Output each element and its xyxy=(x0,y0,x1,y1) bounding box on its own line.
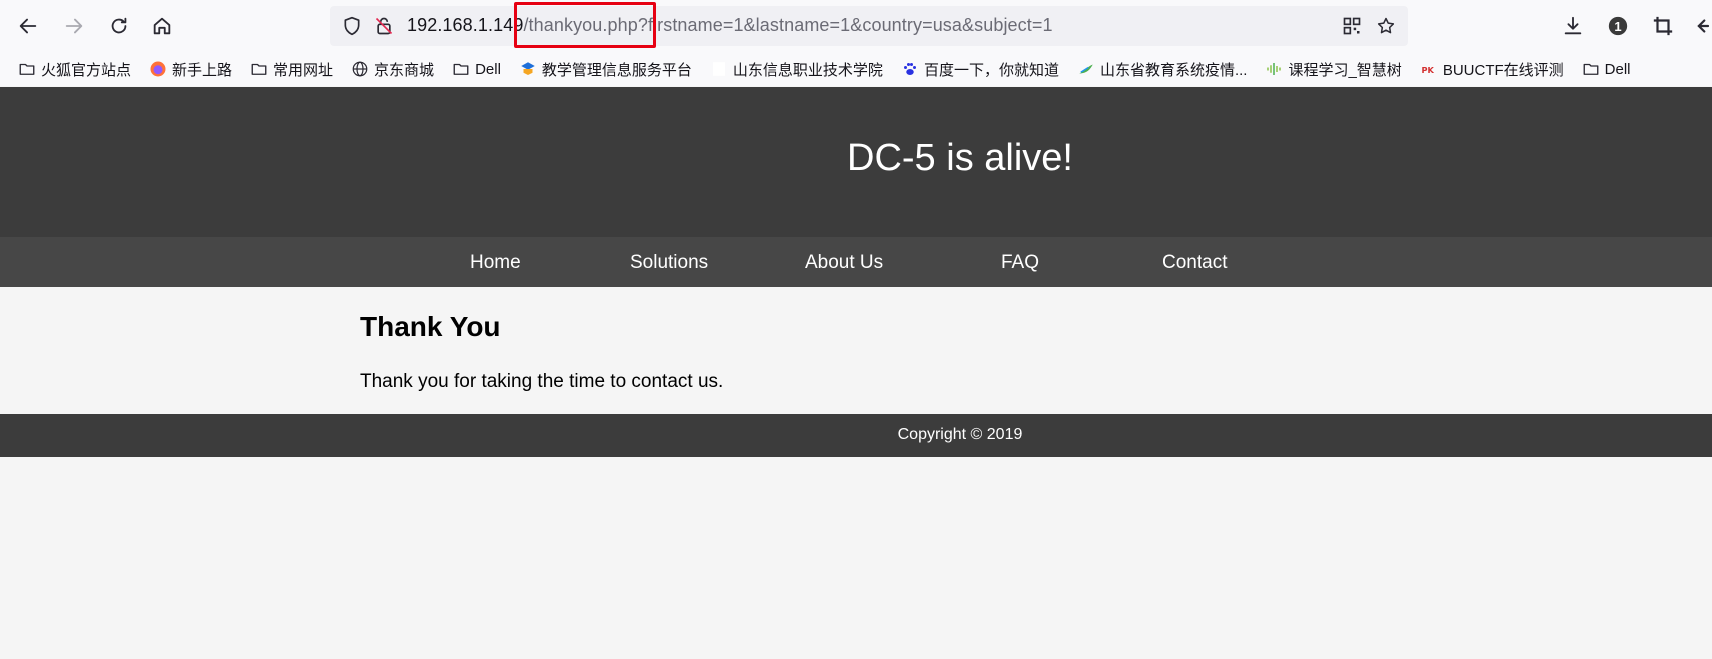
bookmark-item[interactable]: Dell xyxy=(1578,55,1635,83)
bookmark-item[interactable]: PK BUUCTF在线评测 xyxy=(1416,55,1568,83)
url-text[interactable]: 192.168.1.149/thankyou.php?firstname=1&l… xyxy=(407,15,1053,36)
download-icon xyxy=(1564,16,1582,35)
bookmark-item[interactable]: 新手上路 xyxy=(145,55,236,83)
globe-icon xyxy=(351,60,369,78)
nav-home-link[interactable]: Home xyxy=(470,252,521,274)
bookmark-label: 京东商城 xyxy=(374,61,435,79)
url-host: 192.168.1.14 xyxy=(407,15,514,35)
bookmark-label: Dell xyxy=(1604,60,1631,78)
bookmark-item[interactable]: 京东商城 xyxy=(347,55,438,83)
downloads-button[interactable] xyxy=(1557,10,1589,42)
bookmarks-bar: 火狐官方站点 新手上路 常用网址 京东商城 Dell 教学管理信息服务平台 山东… xyxy=(0,52,1712,86)
site-nav: Home Solutions About Us FAQ Contact xyxy=(0,237,1712,287)
reload-icon xyxy=(111,17,127,34)
site-icon xyxy=(519,60,537,78)
home-button[interactable] xyxy=(144,8,180,44)
extension-badge-count: 1 xyxy=(1614,18,1622,34)
svg-text:PK: PK xyxy=(1421,65,1434,75)
nav-about-link[interactable]: About Us xyxy=(805,252,883,274)
site-title: DC-5 is alive! xyxy=(847,137,1073,179)
bookmark-item[interactable]: Dell xyxy=(448,55,505,83)
bookmark-item[interactable]: 教学管理信息服务平台 xyxy=(515,55,696,83)
bookmark-label: BUUCTF在线评测 xyxy=(1442,61,1564,79)
back-button[interactable] xyxy=(10,8,46,44)
reload-button[interactable] xyxy=(101,8,137,44)
bookmark-item[interactable]: 课程学习_智慧树 xyxy=(1261,55,1405,83)
forward-button[interactable] xyxy=(56,8,92,44)
url-query: firstname=1&lastname=1&country=usa&subje… xyxy=(647,15,1053,35)
folder-icon xyxy=(452,60,470,78)
qr-code-icon[interactable] xyxy=(1342,16,1362,36)
bookmark-label: 山东信息职业技术学院 xyxy=(732,61,883,79)
bookmark-label: 新手上路 xyxy=(172,61,233,79)
site-icon: PK xyxy=(1420,60,1438,78)
back-arrow-icon xyxy=(19,18,37,34)
web-page: DC-5 is alive! Home Solutions About Us F… xyxy=(0,87,1712,659)
bookmark-label: 百度一下，你就知道 xyxy=(923,61,1059,79)
forward-arrow-icon xyxy=(65,18,83,34)
screenshot-button[interactable] xyxy=(1647,10,1679,42)
bookmark-label: 教学管理信息服务平台 xyxy=(541,61,692,79)
arrow-partial-icon xyxy=(1697,19,1710,33)
bookmark-item[interactable]: 山东省教育系统疫情... xyxy=(1073,55,1252,83)
bookmark-label: 课程学习_智慧树 xyxy=(1288,61,1402,79)
bookmark-label: 常用网址 xyxy=(273,61,334,79)
page-heading: Thank You xyxy=(360,311,501,342)
address-bar[interactable]: 192.168.1.149/thankyou.php?firstname=1&l… xyxy=(330,6,1408,46)
nav-faq-link[interactable]: FAQ xyxy=(1001,252,1039,274)
bookmark-item[interactable]: 百度一下，你就知道 xyxy=(897,55,1063,83)
folder-icon xyxy=(1582,60,1600,78)
nav-contact-link[interactable]: Contact xyxy=(1162,252,1227,274)
site-icon xyxy=(1265,60,1283,78)
site-header: DC-5 is alive! xyxy=(0,87,1712,237)
thank-you-message: Thank you for taking the time to contact… xyxy=(360,371,724,392)
folder-icon xyxy=(18,60,36,78)
insecure-lock-icon[interactable] xyxy=(374,16,394,36)
firefox-icon xyxy=(149,60,167,78)
folder-icon xyxy=(250,60,268,78)
copyright-text: Copyright © 2019 xyxy=(897,426,1023,443)
bookmark-item[interactable]: 常用网址 xyxy=(246,55,337,83)
browser-toolbar: 192.168.1.149/thankyou.php?firstname=1&l… xyxy=(0,0,1712,52)
crop-icon xyxy=(1653,16,1673,36)
bookmark-label: 山东省教育系统疫情... xyxy=(1099,61,1248,79)
tracking-shield-icon[interactable] xyxy=(342,16,362,36)
bookmark-label: 火狐官方站点 xyxy=(41,61,132,79)
nav-solutions-link[interactable]: Solutions xyxy=(630,252,708,274)
url-highlight-box xyxy=(514,2,656,48)
overflow-button[interactable] xyxy=(1692,10,1712,42)
baidu-paw-icon xyxy=(901,60,919,78)
site-footer: Copyright © 2019 xyxy=(0,414,1712,457)
bookmark-star-icon[interactable] xyxy=(1376,16,1396,36)
extension-button[interactable]: 1 xyxy=(1602,10,1634,42)
bookmark-item[interactable]: 火狐官方站点 xyxy=(14,55,135,83)
home-icon xyxy=(153,17,171,35)
bookmark-label: Dell xyxy=(475,60,501,78)
bookmark-item[interactable]: 山东信息职业技术学院 xyxy=(706,55,887,83)
blank-page-icon xyxy=(710,60,728,78)
site-icon xyxy=(1077,60,1095,78)
